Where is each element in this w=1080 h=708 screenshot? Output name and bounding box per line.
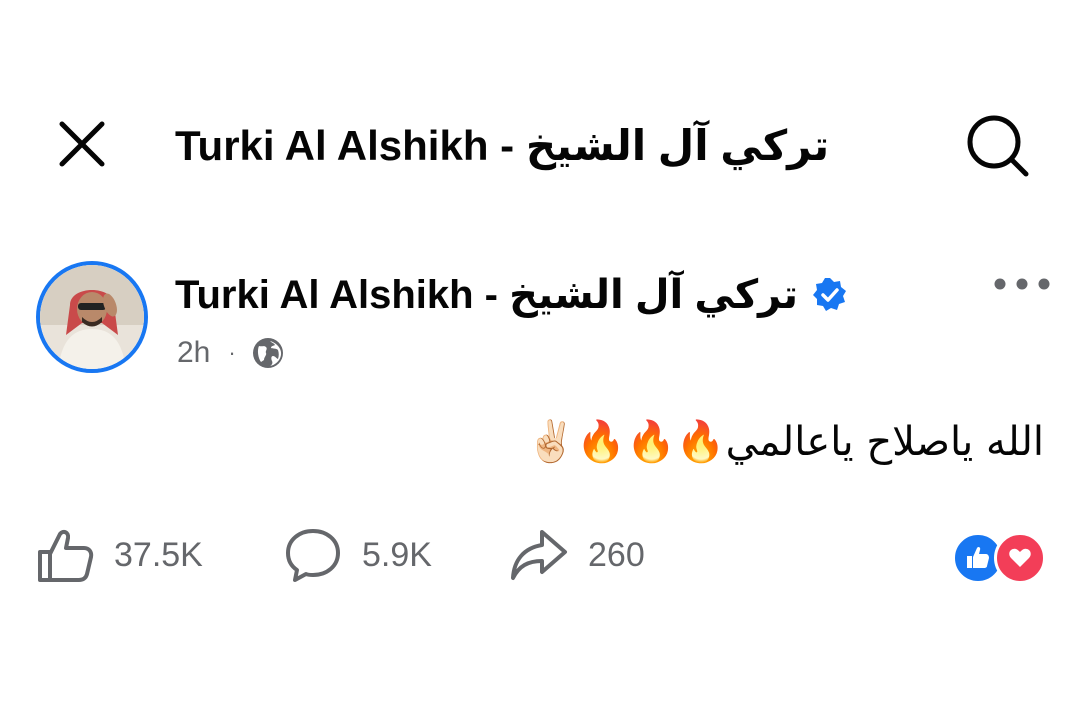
- globe-icon: [252, 337, 284, 369]
- more-options-button[interactable]: [990, 269, 1054, 299]
- reactions-summary[interactable]: [952, 532, 1048, 584]
- like-count: 37.5K: [114, 535, 203, 574]
- post-header: Turki Al Alshikh - تركي آل الشيخ 2h ·: [0, 255, 1080, 385]
- post-text: الله ياصلاح ياعالمي🔥🔥🔥✌🏻: [526, 419, 1044, 465]
- more-options-icon: [994, 278, 1050, 290]
- post-time[interactable]: 2h: [177, 336, 210, 370]
- love-reaction-icon: [994, 532, 1046, 584]
- search-header: Turki Al Alshikh - تركي آل الشيخ: [0, 100, 1080, 190]
- avatar[interactable]: [36, 261, 148, 373]
- avatar-image: [40, 265, 144, 369]
- comment-icon: [286, 529, 340, 582]
- like-icon: [38, 529, 94, 582]
- share-count: 260: [588, 535, 645, 574]
- post-meta: 2h ·: [177, 333, 284, 373]
- comment-button[interactable]: 5.9K: [284, 520, 432, 590]
- post-actions: 37.5K 5.9K 260: [0, 520, 1080, 590]
- like-button[interactable]: 37.5K: [36, 520, 203, 590]
- close-button[interactable]: [52, 114, 112, 174]
- share-button[interactable]: 260: [510, 520, 645, 590]
- search-icon: [967, 115, 1029, 177]
- comment-count: 5.9K: [362, 535, 432, 574]
- search-button[interactable]: [960, 110, 1036, 180]
- page-title: Turki Al Alshikh - تركي آل الشيخ: [175, 122, 830, 169]
- verified-badge-icon: [812, 277, 848, 313]
- author-row: Turki Al Alshikh - تركي آل الشيخ: [175, 265, 848, 325]
- author-name[interactable]: Turki Al Alshikh - تركي آل الشيخ: [175, 272, 798, 318]
- close-icon: [59, 121, 105, 167]
- share-icon: [511, 530, 567, 580]
- meta-separator: ·: [228, 340, 236, 365]
